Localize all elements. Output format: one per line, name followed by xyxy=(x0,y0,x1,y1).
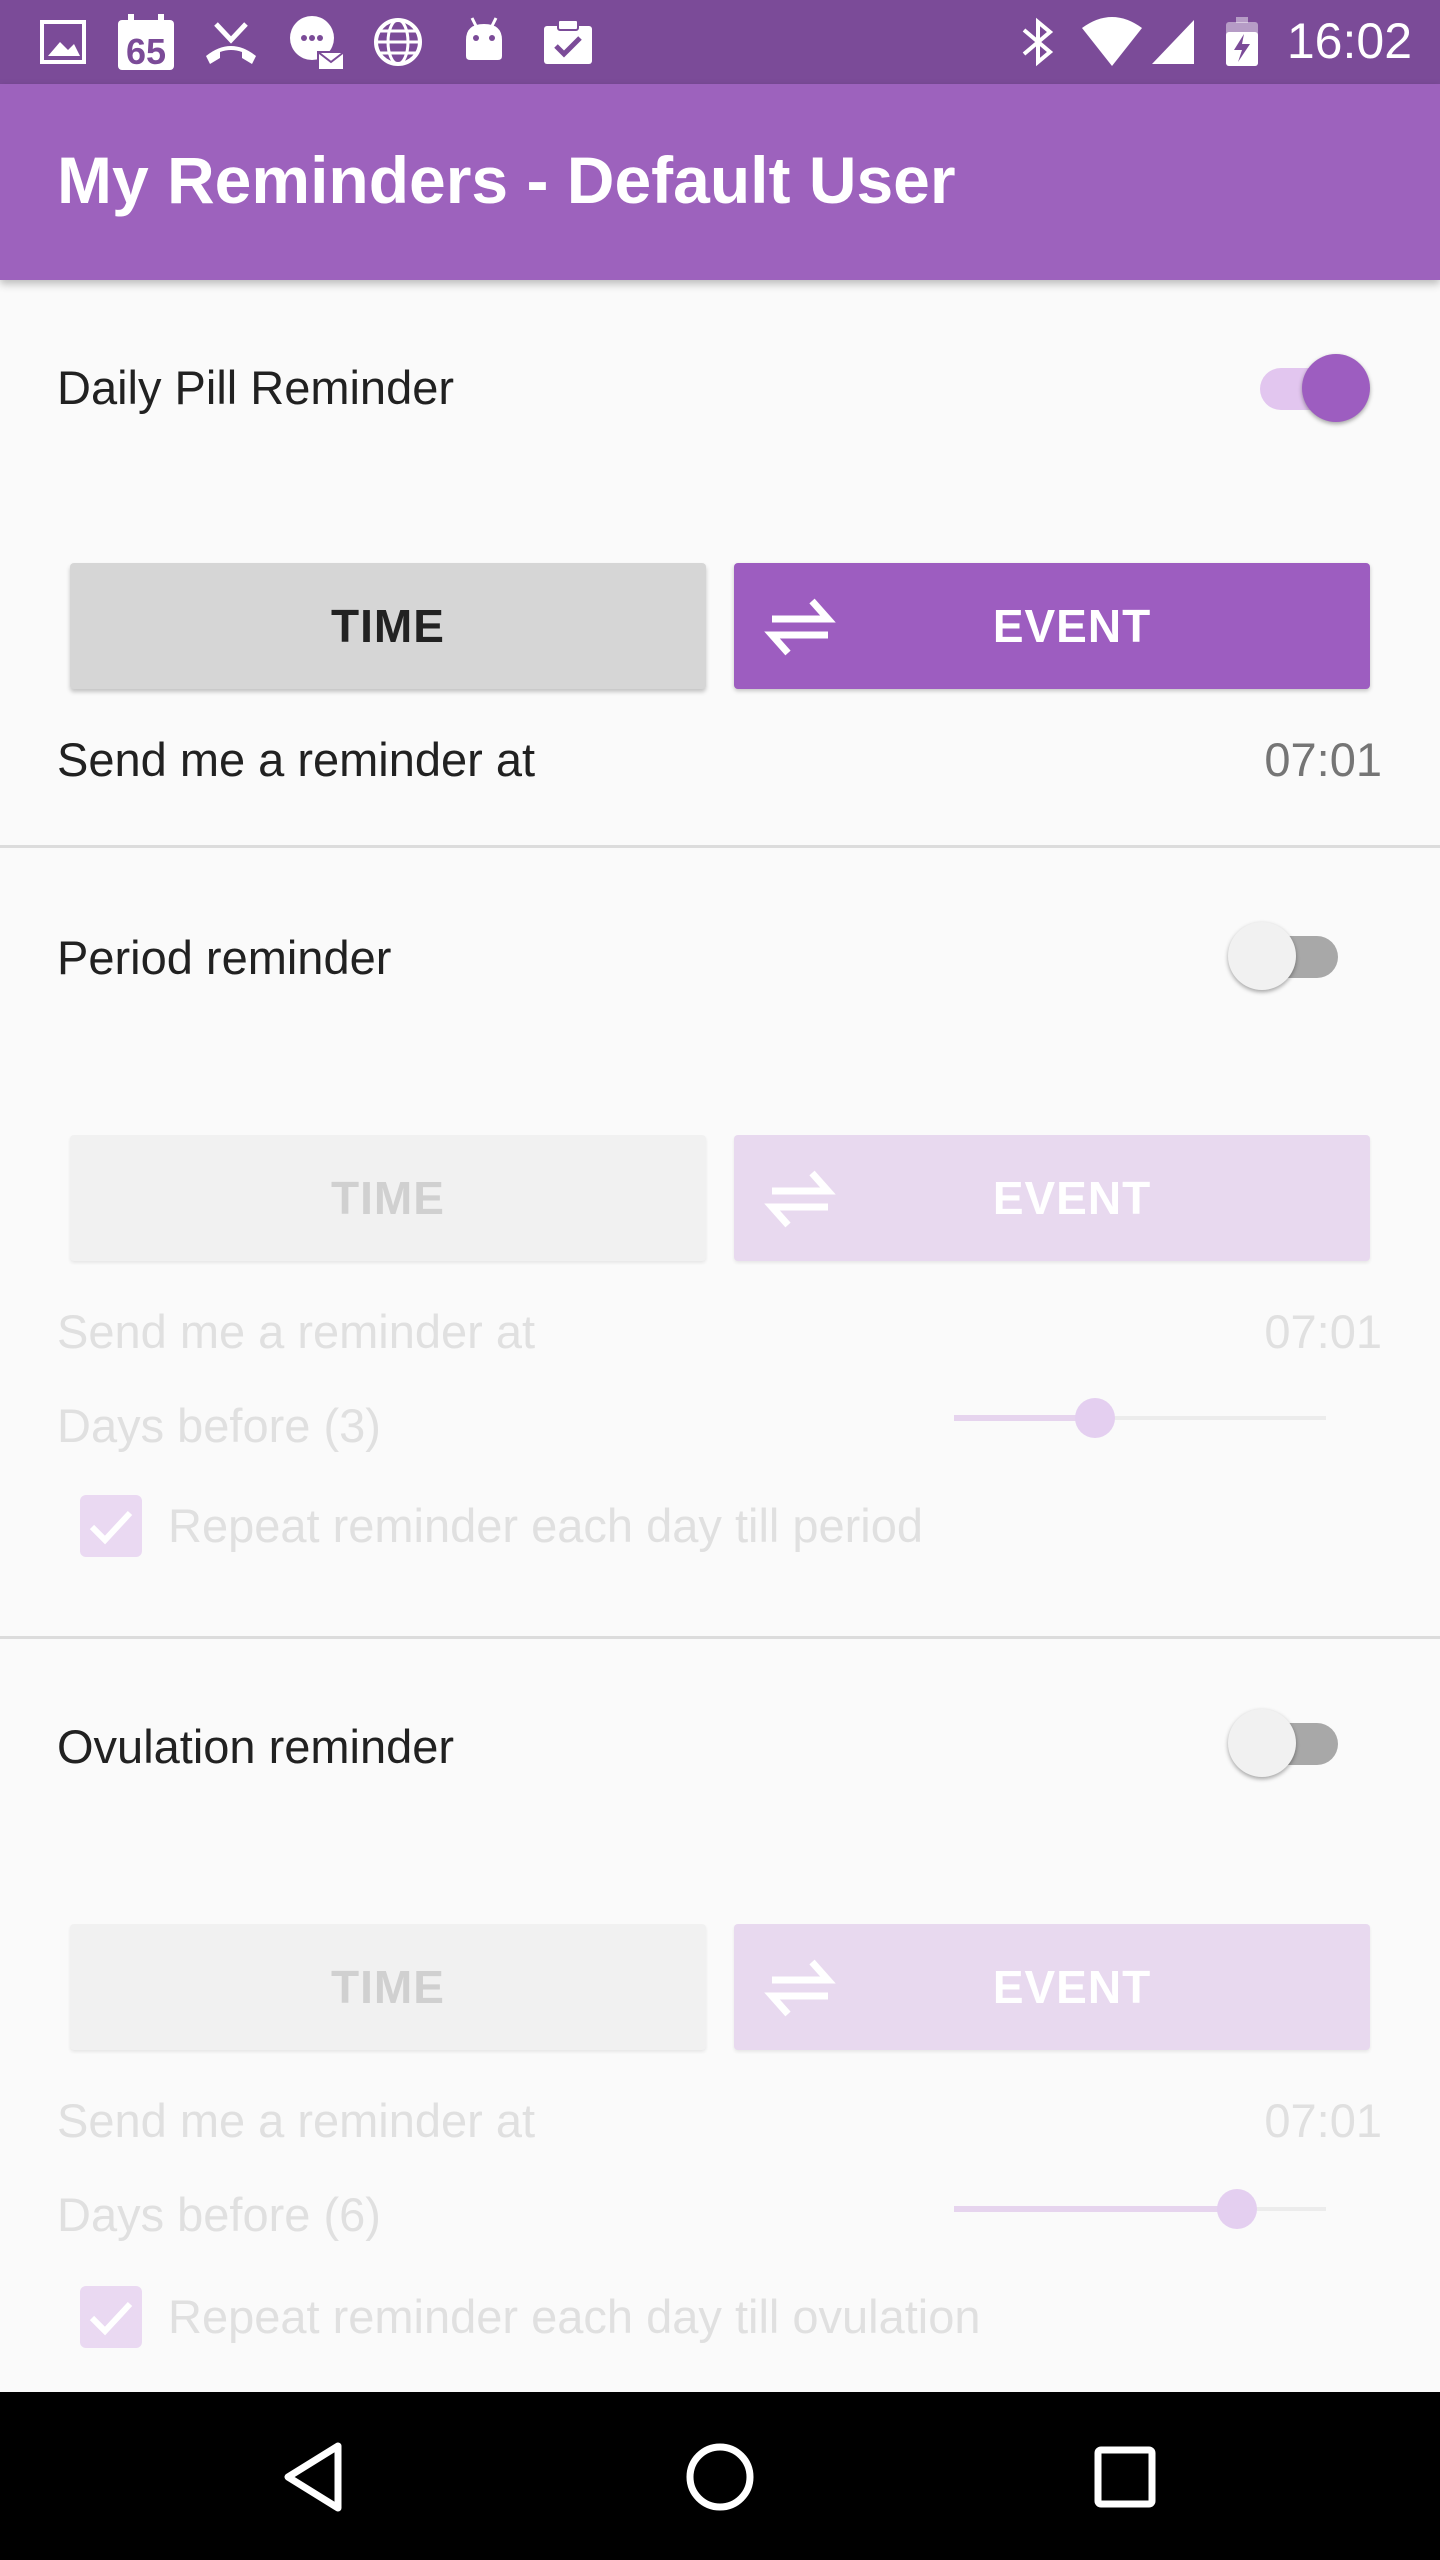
switch-thumb xyxy=(1302,354,1370,422)
slider-fill xyxy=(954,2206,1237,2212)
slider-fill xyxy=(954,1415,1096,1421)
period-repeat-label: Repeat reminder each day till period xyxy=(168,1499,924,1552)
pill-event-button[interactable]: EVENT xyxy=(734,563,1370,689)
ovulation-days-slider[interactable] xyxy=(954,2189,1326,2229)
back-icon[interactable] xyxy=(270,2432,360,2522)
reminders-list[interactable]: Daily Pill Reminder TIME EVENT Send me a… xyxy=(0,280,1440,2392)
ovulation-event-button[interactable]: EVENT xyxy=(734,1924,1370,2050)
event-button-label: EVENT xyxy=(992,1961,1152,2013)
period-reminder-title: Period reminder xyxy=(57,931,392,984)
ovulation-repeat-checkbox[interactable] xyxy=(80,2286,142,2348)
wifi-icon xyxy=(1082,17,1142,66)
pill-reminder-time[interactable]: 07:01 xyxy=(1264,732,1382,787)
swap-icon xyxy=(764,598,836,656)
period-event-button[interactable]: EVENT xyxy=(734,1135,1370,1261)
swap-icon xyxy=(764,1170,836,1228)
period-reminder-time[interactable]: 07:01 xyxy=(1264,1304,1382,1359)
clipboard-icon xyxy=(544,19,592,64)
switch-thumb xyxy=(1228,1709,1296,1777)
ovulation-reminder-label: Send me a reminder at xyxy=(57,2094,536,2147)
signal-icon xyxy=(1152,20,1194,64)
swap-icon xyxy=(764,1959,836,2017)
battery-charging-icon xyxy=(1226,17,1258,66)
period-time-button[interactable]: TIME xyxy=(70,1135,706,1261)
missed-call-icon xyxy=(206,22,256,64)
period-reminder-label: Send me a reminder at xyxy=(57,1305,536,1358)
chat-icon xyxy=(290,16,345,71)
clock: 16:02 xyxy=(1286,13,1412,69)
event-button-label: EVENT xyxy=(992,1172,1152,1224)
pill-reminder-section: Daily Pill Reminder TIME EVENT Send me a… xyxy=(0,280,1440,845)
pill-time-button[interactable]: TIME xyxy=(70,563,706,689)
navigation-bar xyxy=(0,2392,1440,2560)
ovulation-days-before-label: Days before (6) xyxy=(57,2188,381,2241)
bluetooth-icon xyxy=(1022,17,1054,67)
slider-thumb[interactable] xyxy=(1216,2189,1257,2229)
switch-thumb xyxy=(1228,922,1296,990)
pill-reminder-label: Send me a reminder at xyxy=(57,733,536,786)
ovulation-reminder-switch[interactable] xyxy=(1228,1705,1348,1777)
event-button-label: EVENT xyxy=(992,600,1152,652)
ovulation-repeat-label: Repeat reminder each day till ovulation xyxy=(168,2290,981,2343)
page-title: My Reminders - Default User xyxy=(57,143,956,217)
slider-thumb[interactable] xyxy=(1075,1398,1116,1438)
image-icon xyxy=(40,20,86,64)
calendar-icon: 65 xyxy=(118,14,174,72)
ovulation-reminder-title: Ovulation reminder xyxy=(57,1720,455,1773)
status-bar: 65 16:02 xyxy=(0,0,1440,84)
check-icon xyxy=(89,2301,133,2336)
pill-reminder-title: Daily Pill Reminder xyxy=(57,361,454,414)
time-button-label: TIME xyxy=(331,600,445,652)
recents-icon[interactable] xyxy=(1080,2432,1170,2522)
period-days-before-label: Days before (3) xyxy=(57,1399,381,1452)
globe-icon xyxy=(374,18,422,66)
period-reminder-switch[interactable] xyxy=(1228,918,1348,990)
check-icon xyxy=(89,1510,133,1545)
ovulation-reminder-time[interactable]: 07:01 xyxy=(1264,2093,1382,2148)
android-icon xyxy=(466,17,502,60)
time-button-label: TIME xyxy=(331,1172,445,1224)
pill-reminder-switch[interactable] xyxy=(1250,350,1370,422)
home-icon[interactable] xyxy=(675,2432,765,2522)
time-button-label: TIME xyxy=(331,1961,445,2013)
ovulation-time-button[interactable]: TIME xyxy=(70,1924,706,2050)
ovulation-reminder-section: Ovulation reminder TIME EVENT Send me a … xyxy=(0,1639,1440,2392)
calendar-day: 65 xyxy=(126,31,166,72)
app-bar: My Reminders - Default User xyxy=(0,84,1440,280)
period-days-slider[interactable] xyxy=(954,1398,1326,1438)
period-repeat-checkbox[interactable] xyxy=(80,1495,142,1557)
